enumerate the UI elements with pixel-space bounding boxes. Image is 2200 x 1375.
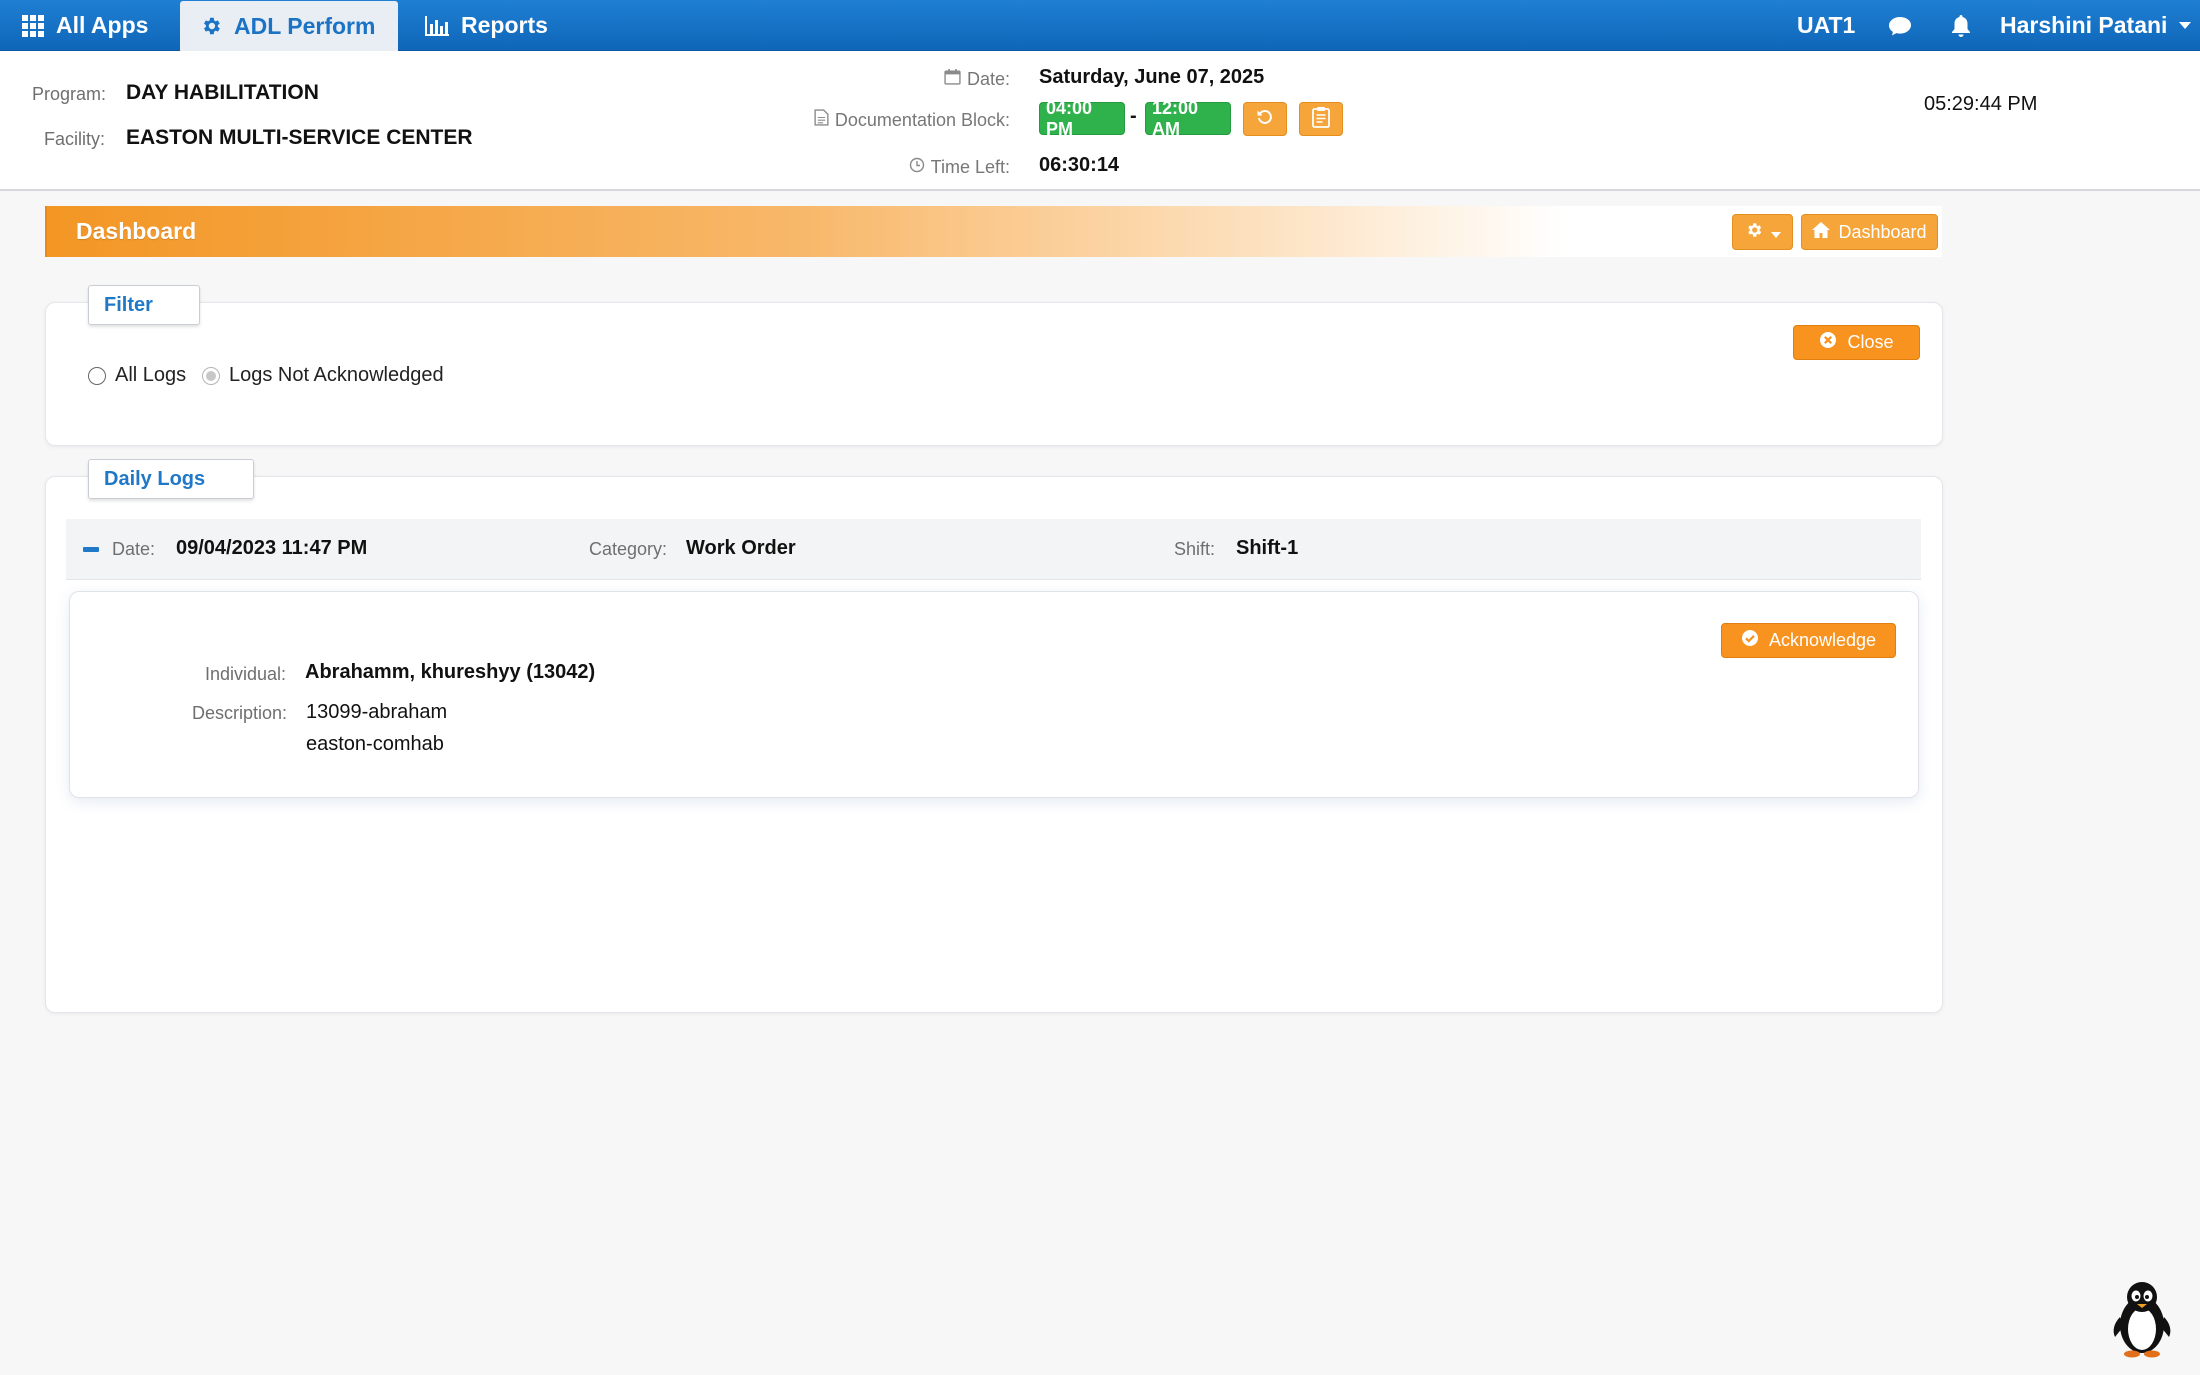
- radio-all-logs[interactable]: All Logs: [88, 364, 186, 387]
- daily-logs-legend: Daily Logs: [88, 459, 254, 499]
- time-left-value: 06:30:14: [1039, 154, 1120, 176]
- bar-chart-icon: [425, 15, 449, 36]
- description-line-2: easton-comhab: [306, 733, 444, 755]
- dashboard-home-button[interactable]: Dashboard: [1801, 214, 1938, 250]
- clipboard-button[interactable]: [1299, 102, 1343, 136]
- program-label: Program:: [32, 84, 107, 104]
- individual-value: Abrahamm, khureshyy (13042): [305, 661, 596, 683]
- filter-legend: Filter: [88, 285, 200, 325]
- caret-down-icon: [2179, 21, 2192, 30]
- log-date-label: Date:: [112, 539, 156, 559]
- acknowledge-button[interactable]: Acknowledge: [1721, 623, 1896, 658]
- radio-logs-not-acknowledged-label: Logs Not Acknowledged: [229, 364, 444, 386]
- settings-dropdown-button[interactable]: [1732, 214, 1793, 250]
- block-start-text: 04:00 PM: [1046, 97, 1093, 139]
- penguin-assistant-icon[interactable]: [2110, 1275, 2174, 1359]
- grid-icon: [22, 14, 44, 37]
- close-button[interactable]: Close: [1793, 325, 1920, 360]
- current-time: 05:29:44 PM: [1924, 93, 2038, 115]
- block-separator: -: [1130, 105, 1137, 127]
- collapse-icon[interactable]: [83, 547, 99, 552]
- user-menu[interactable]: Harshini Patani: [2000, 0, 2192, 51]
- nav-adl-perform-label: ADL Perform: [234, 12, 376, 39]
- block-end-time: 12:00 AM: [1145, 98, 1231, 139]
- radio-circle-checked: [202, 366, 220, 385]
- chat-icon[interactable]: [1888, 0, 1912, 51]
- description-line-1: 13099-abraham: [306, 701, 448, 723]
- date-label: Date:: [966, 68, 1010, 89]
- program-value: DAY HABILITATION: [126, 81, 319, 104]
- close-circle-icon: [1819, 331, 1837, 354]
- time-left-label: Time Left:: [930, 157, 1010, 177]
- session-info-band: Program: DAY HABILITATION Facility: EAST…: [0, 51, 2200, 191]
- home-icon: [1812, 221, 1831, 243]
- document-icon: [814, 109, 829, 131]
- acknowledge-button-label: Acknowledge: [1768, 630, 1877, 650]
- top-navbar: All Apps ADL Perform Reports UAT1 Harshi…: [0, 0, 2200, 51]
- gear-icon: [1745, 221, 1763, 244]
- radio-circle-unchecked: [88, 366, 106, 385]
- doc-block-label-group: Documentation Block:: [814, 109, 1010, 131]
- individual-label: Individual:: [205, 664, 287, 684]
- undo-button[interactable]: [1243, 102, 1287, 136]
- bell-icon[interactable]: [1951, 0, 1971, 51]
- environment-label[interactable]: UAT1: [1797, 0, 1855, 51]
- radio-logs-not-acknowledged[interactable]: Logs Not Acknowledged: [202, 364, 444, 387]
- block-end-text: 12:00 AM: [1152, 97, 1199, 139]
- time-left-label-group: Time Left:: [909, 157, 1010, 178]
- date-value: Saturday, June 07, 2025: [1039, 66, 1265, 88]
- nav-all-apps[interactable]: All Apps: [22, 0, 148, 51]
- block-start-time: 04:00 PM: [1039, 98, 1125, 139]
- log-date-value: 09/04/2023 11:47 PM: [176, 537, 368, 559]
- clipboard-icon: [1311, 106, 1331, 133]
- caret-down-icon: [1770, 222, 1781, 243]
- log-category-label: Category:: [589, 539, 668, 559]
- nav-all-apps-label: All Apps: [56, 12, 149, 38]
- radio-all-logs-label: All Logs: [115, 364, 187, 386]
- undo-icon: [1256, 108, 1274, 131]
- nav-reports-label: Reports: [461, 12, 548, 38]
- page-title: Dashboard: [76, 218, 197, 244]
- description-label: Description:: [192, 703, 288, 723]
- check-circle-icon: [1741, 629, 1759, 652]
- log-entry-detail-card: Individual: Abrahamm, khureshyy (13042) …: [69, 591, 1919, 798]
- date-label-group: Date:: [944, 68, 1010, 90]
- user-name: Harshini Patani: [2000, 12, 2168, 38]
- dashboard-title-bar: Dashboard: [45, 206, 1942, 257]
- log-category-value: Work Order: [686, 537, 796, 559]
- log-shift-value: Shift-1: [1236, 537, 1299, 559]
- facility-label: Facility:: [44, 129, 106, 149]
- log-entry-header[interactable]: Date: 09/04/2023 11:47 PM Category: Work…: [66, 519, 1921, 580]
- dashboard-button-label: Dashboard: [1838, 221, 1927, 242]
- clock-icon: [909, 157, 925, 178]
- calendar-icon: [944, 68, 961, 90]
- nav-tab-adl-perform[interactable]: ADL Perform: [180, 1, 398, 51]
- nav-reports[interactable]: Reports: [425, 0, 548, 51]
- facility-value: EASTON MULTI-SERVICE CENTER: [126, 126, 473, 149]
- log-shift-label: Shift:: [1174, 539, 1216, 559]
- doc-block-label: Documentation Block:: [834, 109, 1010, 130]
- gear-icon: [200, 15, 222, 37]
- environment-text: UAT1: [1797, 12, 1856, 38]
- close-button-label: Close: [1847, 332, 1894, 352]
